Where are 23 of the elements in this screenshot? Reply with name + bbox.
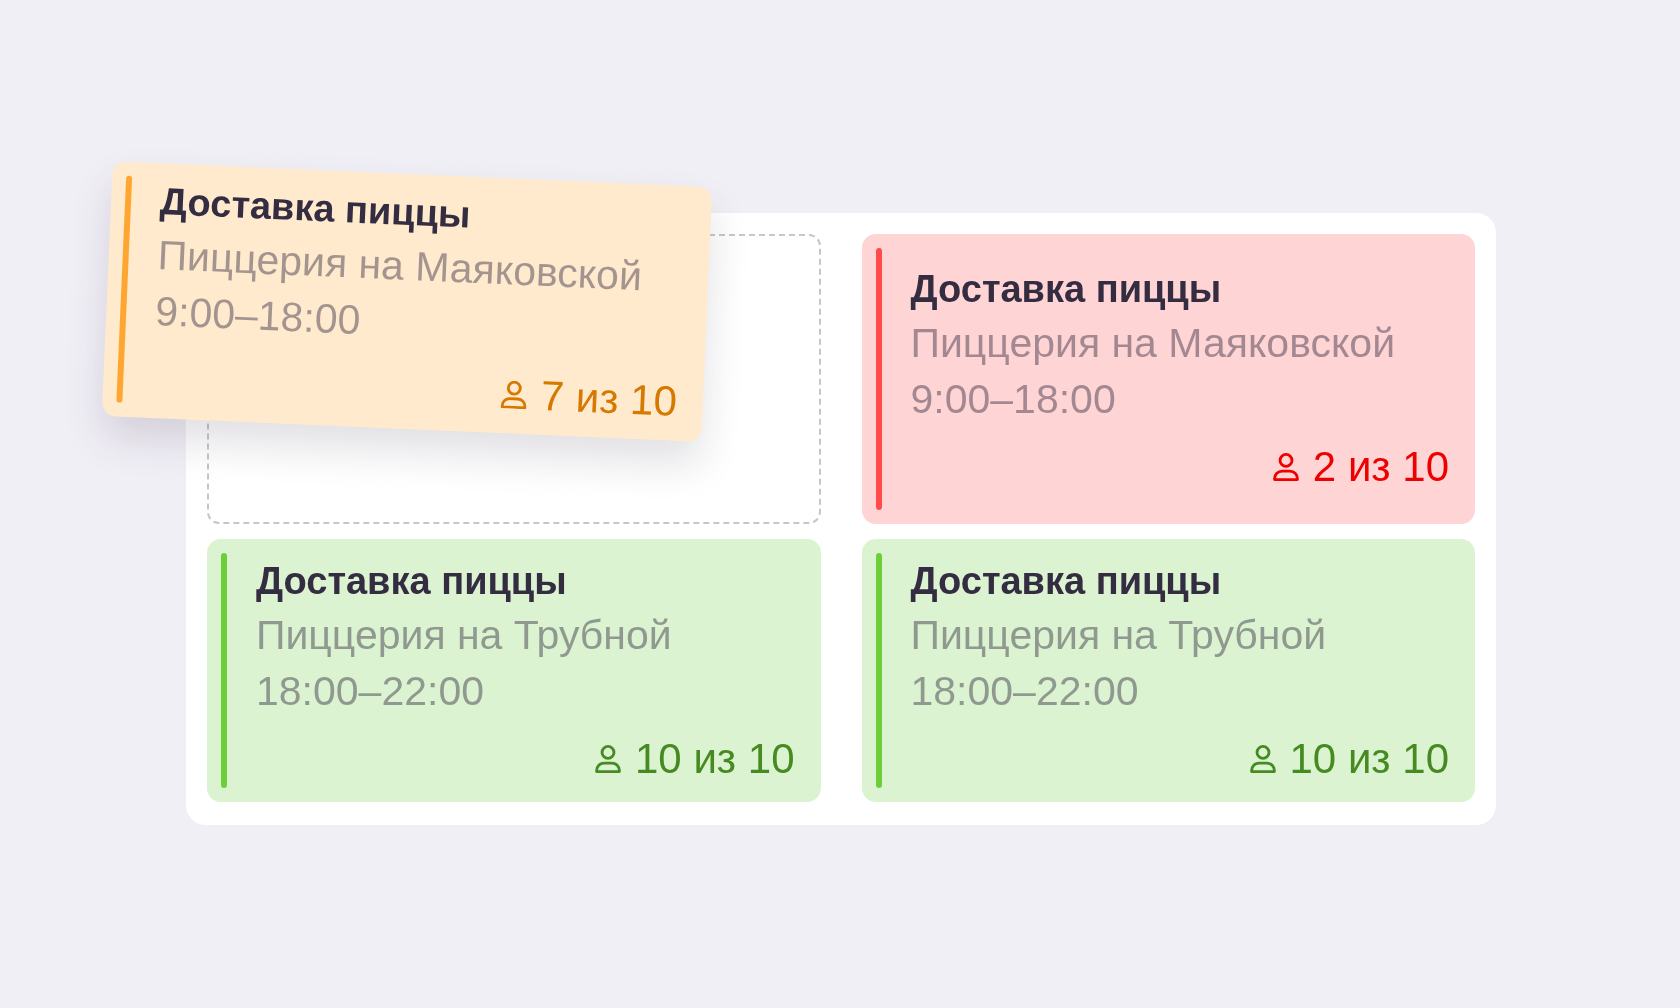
staff-count: 10 из 10 — [635, 733, 795, 784]
card-subtitle: Пиццерия на Трубной — [256, 610, 673, 660]
shift-card[interactable]: Доставка пиццы Пиццерия на Маяковской 9:00–18:00 7 из 10 — [101, 161, 713, 442]
shift-hours: 9:00–18:00 — [910, 375, 1117, 424]
shift-card[interactable]: Доставка пиццы Пиццерия на Трубной 18:00–22:00 10 из 10 — [207, 539, 821, 802]
staff-count: 10 из 10 — [1289, 733, 1449, 784]
shift-hours: 9:00–18:00 — [154, 286, 363, 345]
person-icon — [500, 379, 528, 409]
card-title: Доставка пиццы — [256, 558, 568, 604]
shift-hours: 18:00–22:00 — [256, 666, 485, 716]
person-icon — [1249, 744, 1276, 773]
shift-hours: 18:00–22:00 — [910, 666, 1140, 716]
card-title: Доставка пиццы — [910, 558, 1223, 604]
card-subtitle: Пиццерия на Трубной — [910, 610, 1328, 660]
shift-card[interactable]: Доставка пиццы Пиццерия на Трубной 18:00–22:00 10 из 10 — [861, 539, 1475, 802]
staff-count: 7 из 10 — [539, 370, 679, 427]
card-subtitle: Пиццерия на Маяковской — [910, 319, 1397, 368]
staff-count: 2 из 10 — [1312, 442, 1449, 492]
card-title: Доставка пиццы — [159, 178, 473, 238]
card-title: Доставка пиццы — [910, 267, 1223, 312]
person-icon — [1272, 453, 1299, 481]
shift-card[interactable]: Доставка пиццы Пиццерия на Маяковской 9:00–18:00 2 из 10 — [861, 234, 1475, 524]
person-icon — [595, 744, 621, 773]
